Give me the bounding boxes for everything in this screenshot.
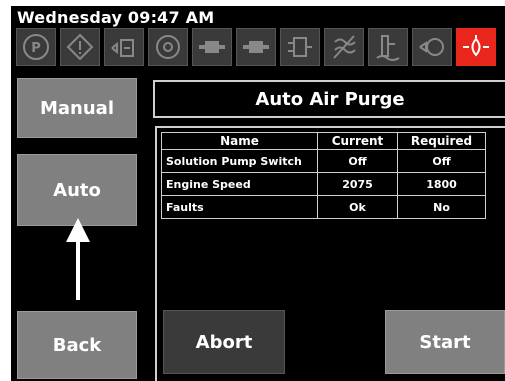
- date-time-display: Wednesday 09:47 AM: [17, 8, 215, 27]
- row-name: Solution Pump Switch: [161, 149, 318, 173]
- svg-text:P: P: [31, 41, 41, 56]
- table-row: Faults Ok No: [161, 195, 486, 219]
- heater-icon[interactable]: [280, 28, 320, 66]
- filter-icon[interactable]: [412, 28, 452, 66]
- row-current: Off: [317, 149, 398, 173]
- row-current: Ok: [317, 195, 398, 219]
- abort-button[interactable]: Abort: [163, 310, 285, 374]
- back-button[interactable]: Back: [17, 311, 137, 379]
- row-required: No: [397, 195, 486, 219]
- row-name: Engine Speed: [161, 172, 318, 196]
- page-title: Auto Air Purge: [153, 80, 505, 118]
- table-row: Solution Pump Switch Off Off: [161, 149, 486, 173]
- auto-button[interactable]: Auto: [17, 154, 137, 226]
- oil-pressure-icon[interactable]: [456, 28, 496, 66]
- purge-panel: Name Current Required Solution Pump Swit…: [155, 126, 505, 381]
- parameter-table: Name Current Required Solution Pump Swit…: [161, 132, 486, 219]
- table-row: Engine Speed 2075 1800: [161, 172, 486, 196]
- manual-button[interactable]: Manual: [17, 78, 137, 138]
- row-required: Off: [397, 149, 486, 173]
- tank-level-icon[interactable]: [368, 28, 408, 66]
- table-header-row: Name Current Required: [161, 132, 486, 150]
- pump-left-icon[interactable]: [192, 28, 232, 66]
- column-header-required: Required: [397, 132, 486, 150]
- row-current: 2075: [317, 172, 398, 196]
- column-header-current: Current: [317, 132, 398, 150]
- start-button[interactable]: Start: [385, 310, 505, 374]
- engine-icon[interactable]: [148, 28, 188, 66]
- fuel-gauge-icon[interactable]: [104, 28, 144, 66]
- parking-brake-icon[interactable]: P: [16, 28, 56, 66]
- no-flow-icon[interactable]: [324, 28, 364, 66]
- column-header-name: Name: [161, 132, 318, 150]
- warning-icon[interactable]: [60, 28, 100, 66]
- row-required: 1800: [397, 172, 486, 196]
- status-icon-bar: P: [16, 28, 505, 66]
- row-name: Faults: [161, 195, 318, 219]
- control-screen: Wednesday 09:47 AM P Manual Auto Back Au…: [11, 6, 505, 381]
- up-arrow-icon: [66, 218, 90, 300]
- pump-right-icon[interactable]: [236, 28, 276, 66]
